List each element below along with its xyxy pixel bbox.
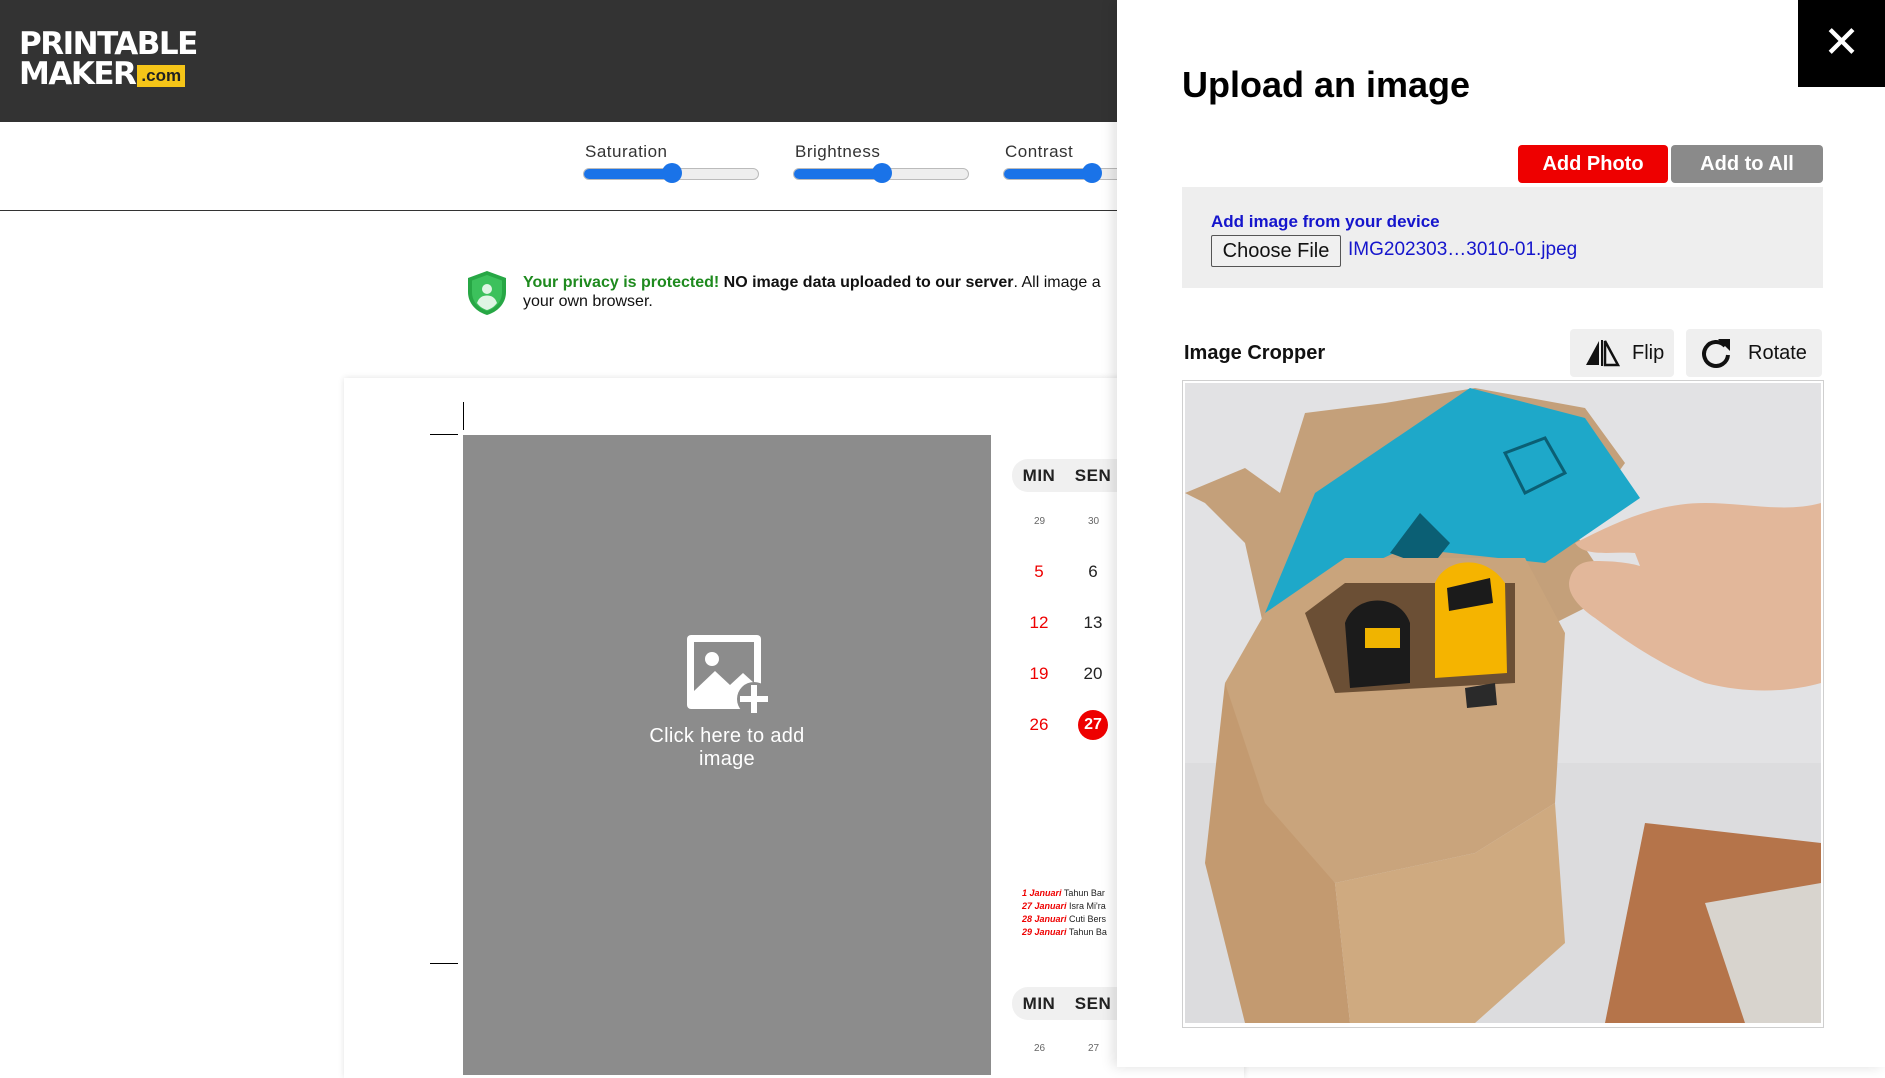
logo-line1: PRINTABLE <box>19 26 198 62</box>
choose-file-button[interactable]: Choose File <box>1211 235 1341 267</box>
add-to-all-button[interactable]: Add to All <box>1671 145 1823 183</box>
weekday-label: MIN <box>1022 465 1056 485</box>
calendar-day: 12 <box>1029 613 1049 632</box>
calendar-day: 20 <box>1083 664 1103 683</box>
brightness-track[interactable] <box>793 163 969 183</box>
privacy-highlight: Your privacy is protected! <box>523 274 720 291</box>
privacy-bold: NO image data uploaded to our server <box>723 274 1014 291</box>
add-image-line2: image <box>699 748 755 770</box>
uploaded-photo[interactable] <box>1185 383 1821 1023</box>
rotate-icon <box>1702 339 1730 368</box>
flip-button[interactable]: Flip <box>1570 329 1674 377</box>
logo-suffix: .com <box>137 65 186 87</box>
crop-mark <box>463 402 464 430</box>
contrast-fill <box>1004 169 1092 179</box>
file-upload-box: Add image from your device Choose File I… <box>1182 187 1823 288</box>
prev-month-day: 29 <box>1034 516 1046 527</box>
saturation-slider[interactable]: Saturation <box>583 142 763 183</box>
crop-mark <box>430 963 458 964</box>
holiday-name: Cuti Bers <box>1069 914 1107 924</box>
add-image-text: Click here to add image <box>627 725 827 771</box>
add-image-icon <box>687 635 771 716</box>
holiday-item: 29 Januari Tahun Ba <box>1022 926 1107 939</box>
brightness-label: Brightness <box>795 142 881 161</box>
shield-user-icon <box>468 271 506 315</box>
add-photo-button[interactable]: Add Photo <box>1518 145 1668 183</box>
holiday-date: 28 Januari <box>1022 914 1067 924</box>
prev-month-day: 27 <box>1088 1043 1100 1054</box>
close-icon: ✕ <box>1823 18 1860 67</box>
brightness-slider[interactable]: Brightness <box>793 142 973 183</box>
upload-panel: ✕ Upload an image Add Photo Add to All A… <box>1117 0 1885 1067</box>
brightness-knob[interactable] <box>872 163 892 183</box>
holiday-date: 1 Januari <box>1022 888 1062 898</box>
calendar-day: 19 <box>1029 664 1049 683</box>
flip-label: Flip <box>1632 342 1665 364</box>
holiday-list: 1 Januari Tahun Bar 27 Januari Isra Mi'r… <box>1022 887 1107 939</box>
flip-icon <box>1586 340 1620 367</box>
privacy-line2: your own browser. <box>523 293 653 310</box>
cropper-label: Image Cropper <box>1184 342 1326 364</box>
saturation-label: Saturation <box>585 142 668 161</box>
holiday-item: 1 Januari Tahun Bar <box>1022 887 1107 900</box>
calendar-day: 6 <box>1088 562 1098 581</box>
image-placeholder[interactable]: Click here to add image <box>463 435 991 1075</box>
holiday-name: Isra Mi'ra <box>1069 901 1106 911</box>
site-logo[interactable]: PRINTABLE MAKER .com <box>19 26 198 94</box>
rotate-button[interactable]: Rotate <box>1686 329 1822 377</box>
holiday-date: 29 Januari <box>1022 927 1067 937</box>
saturation-fill <box>584 169 672 179</box>
close-button[interactable]: ✕ <box>1798 0 1885 87</box>
file-upload-label: Add image from your device <box>1211 212 1440 231</box>
prev-month-day: 26 <box>1034 1043 1046 1054</box>
rotate-label: Rotate <box>1748 342 1807 364</box>
brightness-fill <box>794 169 882 179</box>
calendar-day: 13 <box>1083 613 1103 632</box>
holiday-item: 27 Januari Isra Mi'ra <box>1022 900 1107 913</box>
calendar-day: 5 <box>1034 562 1044 581</box>
calendar-day: 26 <box>1029 715 1049 734</box>
holiday-name: Tahun Bar <box>1063 888 1105 898</box>
saturation-track[interactable] <box>583 163 759 183</box>
prev-month-day: 30 <box>1088 516 1100 527</box>
selected-file-name: IMG202303…3010-01.jpeg <box>1348 239 1578 260</box>
logo-line2: MAKER <box>19 56 137 92</box>
holiday-name: Tahun Ba <box>1068 927 1107 937</box>
contrast-knob[interactable] <box>1082 163 1102 183</box>
privacy-text: Your privacy is protected! NO image data… <box>523 273 1101 311</box>
holiday-item: 28 Januari Cuti Bers <box>1022 913 1107 926</box>
weekday-label: SEN <box>1074 465 1112 485</box>
add-image-line1: Click here to add <box>649 725 805 747</box>
weekday-label: MIN <box>1022 993 1056 1013</box>
panel-title: Upload an image <box>1182 64 1471 105</box>
calendar-day-today: 27 <box>1078 710 1108 740</box>
holiday-date: 27 Januari <box>1022 901 1067 911</box>
weekday-label: SEN <box>1074 993 1112 1013</box>
image-cropper[interactable] <box>1182 380 1824 1028</box>
privacy-rest: . All image a <box>1013 274 1101 291</box>
saturation-knob[interactable] <box>662 163 682 183</box>
crop-mark <box>430 434 458 435</box>
